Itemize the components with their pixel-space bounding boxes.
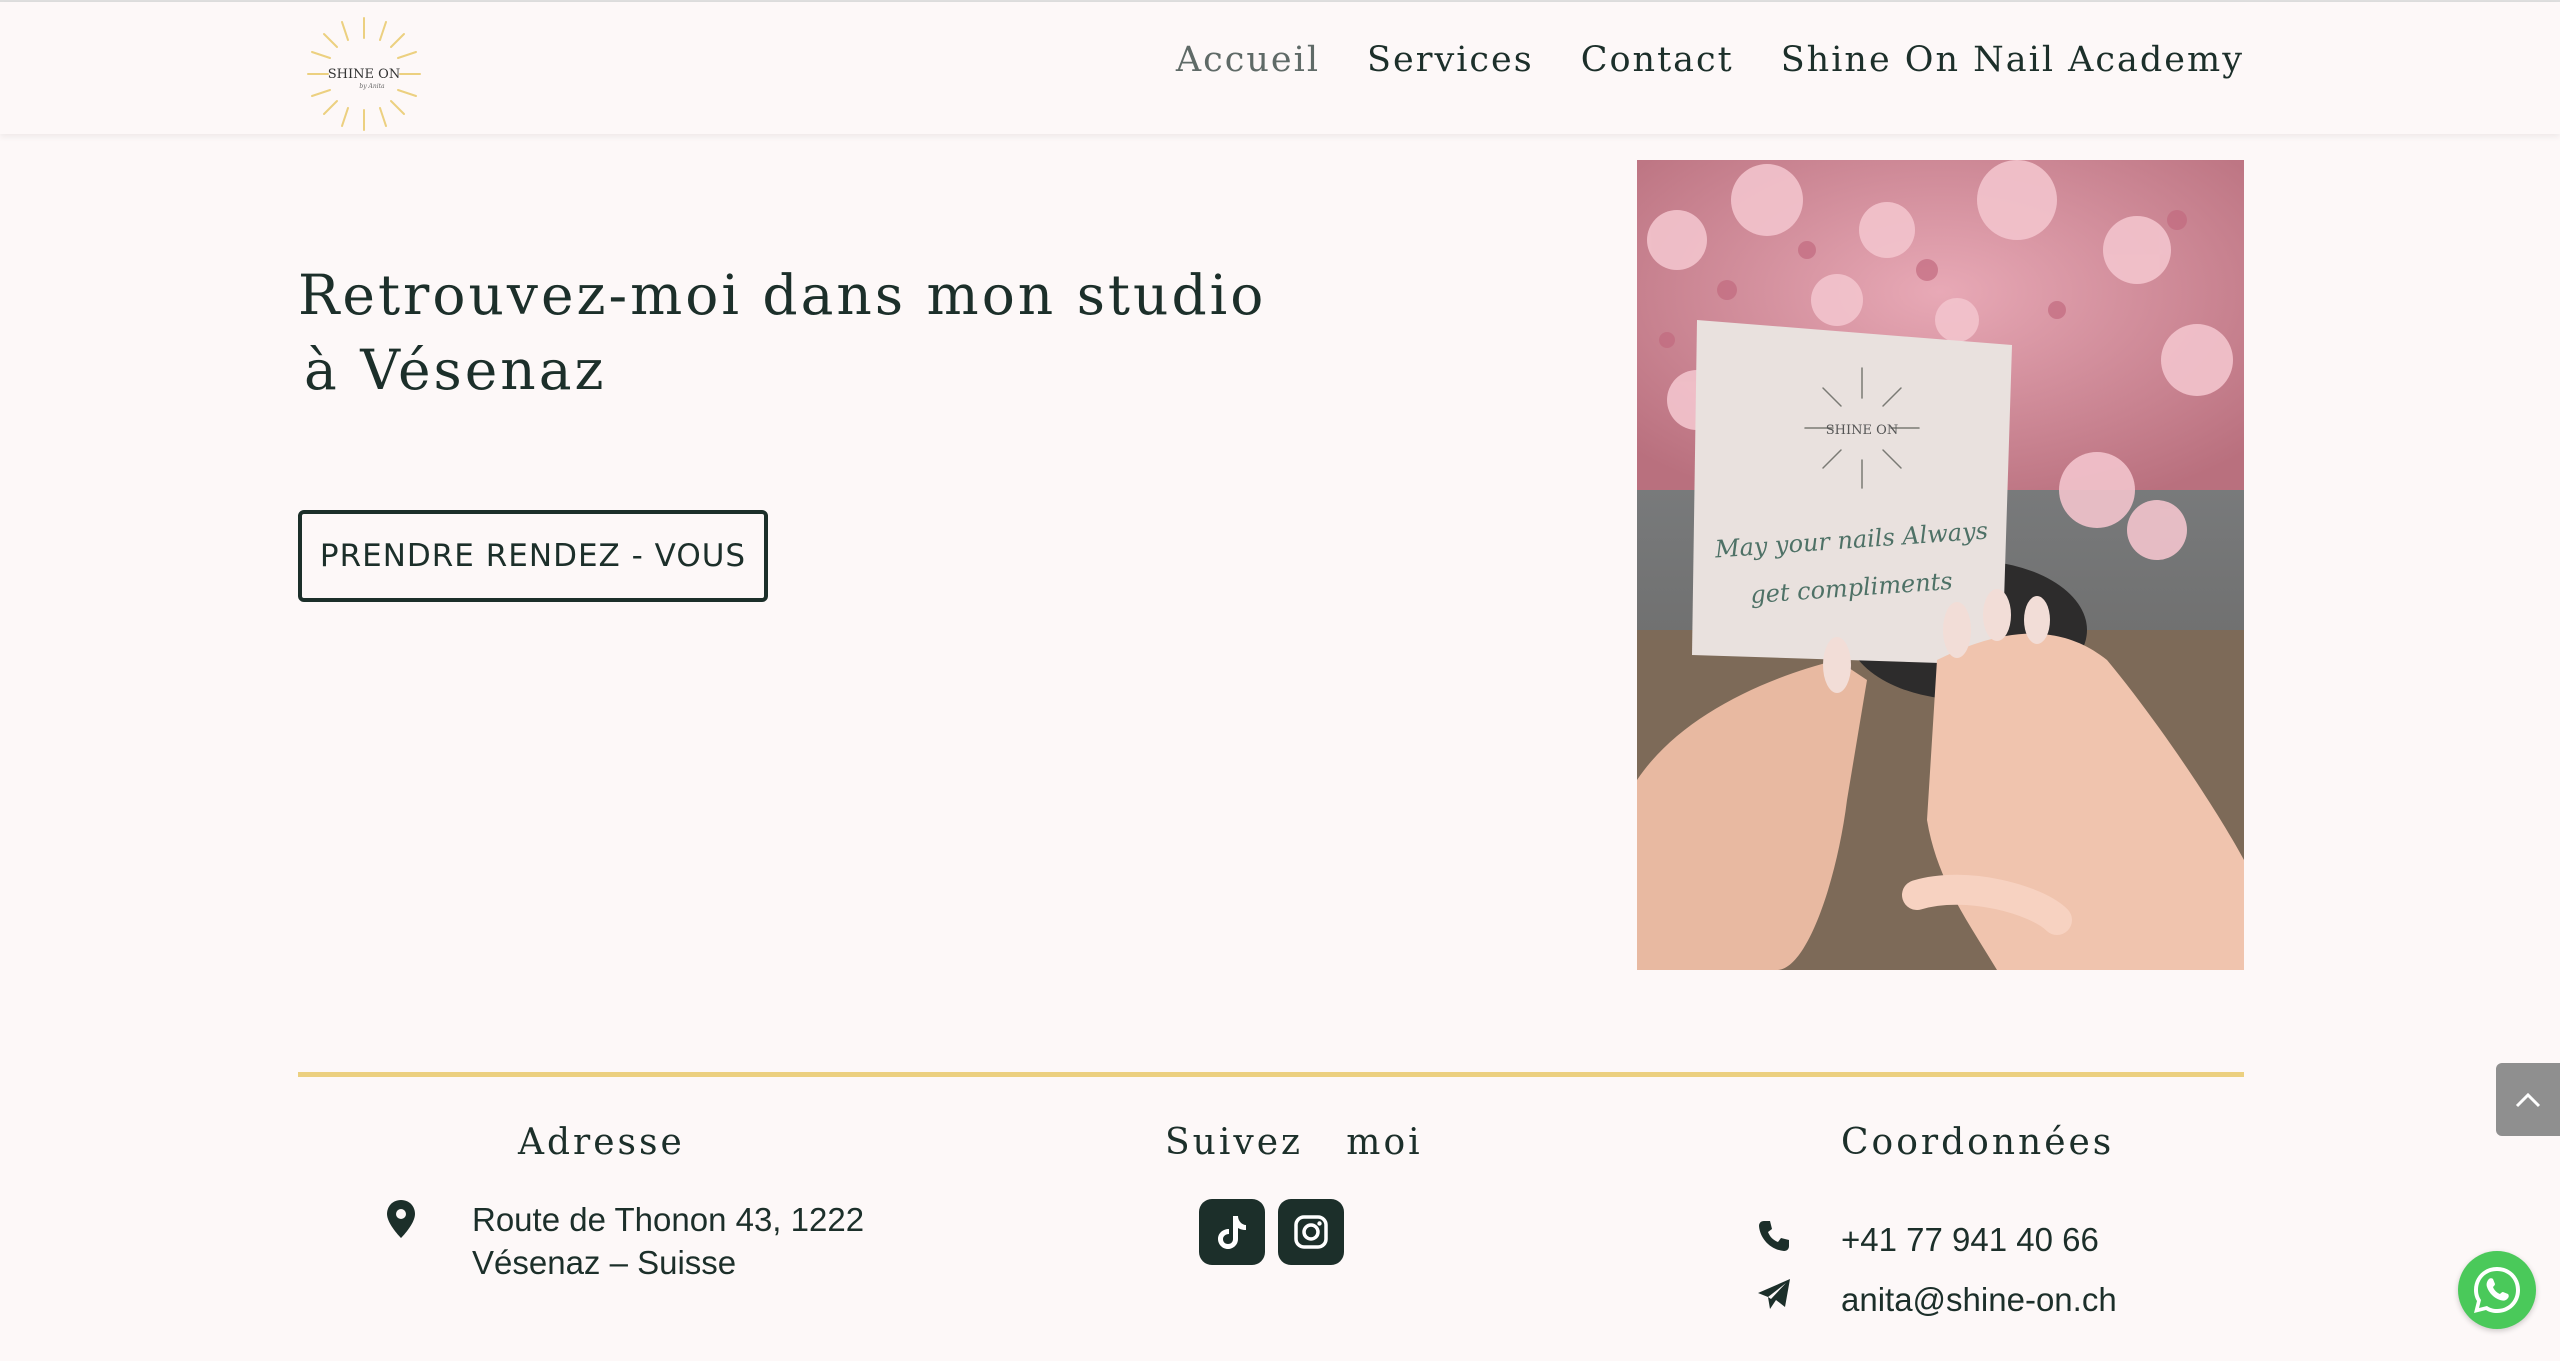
- address-heading: Adresse: [518, 1122, 685, 1163]
- hero-photo: SHINE ON May your nails Always get compl…: [1637, 160, 2244, 970]
- address-line2: Vésenaz – Suisse: [472, 1244, 737, 1281]
- address-line1: Route de Thonon 43, 1222: [472, 1201, 865, 1238]
- book-appointment-button[interactable]: PRENDRE RENDEZ - VOUS: [298, 510, 768, 602]
- email-address[interactable]: anita@shine-on.ch: [1841, 1281, 2117, 1319]
- shine-on-logo[interactable]: SHINE ON by Anita: [304, 14, 424, 134]
- main-nav: Accueil Services Contact Shine On Nail A…: [1176, 40, 2244, 80]
- scroll-to-top-button[interactable]: [2496, 1063, 2560, 1136]
- hero-title-line2: à Vésenaz: [304, 338, 607, 402]
- map-pin-icon: [384, 1198, 418, 1240]
- logo-script: by Anita: [359, 83, 385, 90]
- phone-number[interactable]: +41 77 941 40 66: [1841, 1221, 2099, 1259]
- contact-heading: Coordonnées: [1841, 1122, 2115, 1163]
- chevron-up-icon: [2515, 1092, 2541, 1107]
- nav-services[interactable]: Services: [1367, 40, 1534, 80]
- instagram-icon: [1294, 1215, 1328, 1249]
- logo-text: SHINE ON: [328, 67, 400, 82]
- nav-accueil[interactable]: Accueil: [1176, 40, 1320, 80]
- site-header: SHINE ON by Anita Accueil Services Conta…: [0, 2, 2560, 134]
- card-logo: SHINE ON: [1826, 423, 1898, 438]
- tiktok-button[interactable]: [1199, 1199, 1265, 1265]
- hero-title: Retrouvez-moi dans mon studio à Vésenaz: [298, 258, 1298, 408]
- nav-academy[interactable]: Shine On Nail Academy: [1781, 40, 2244, 80]
- nav-contact[interactable]: Contact: [1581, 40, 1734, 80]
- paper-plane-icon: [1756, 1277, 1792, 1313]
- address-text: Route de Thonon 43, 1222 Vésenaz – Suiss…: [472, 1198, 864, 1284]
- hero-title-line1: Retrouvez-moi dans mon studio: [298, 263, 1267, 327]
- social-heading: Suivez moi: [1165, 1122, 1423, 1163]
- tiktok-icon: [1218, 1216, 1246, 1249]
- whatsapp-button[interactable]: [2458, 1251, 2536, 1329]
- footer-divider: [298, 1072, 2244, 1077]
- whatsapp-icon: [2474, 1267, 2520, 1313]
- phone-icon: [1756, 1218, 1792, 1254]
- instagram-button[interactable]: [1278, 1199, 1344, 1265]
